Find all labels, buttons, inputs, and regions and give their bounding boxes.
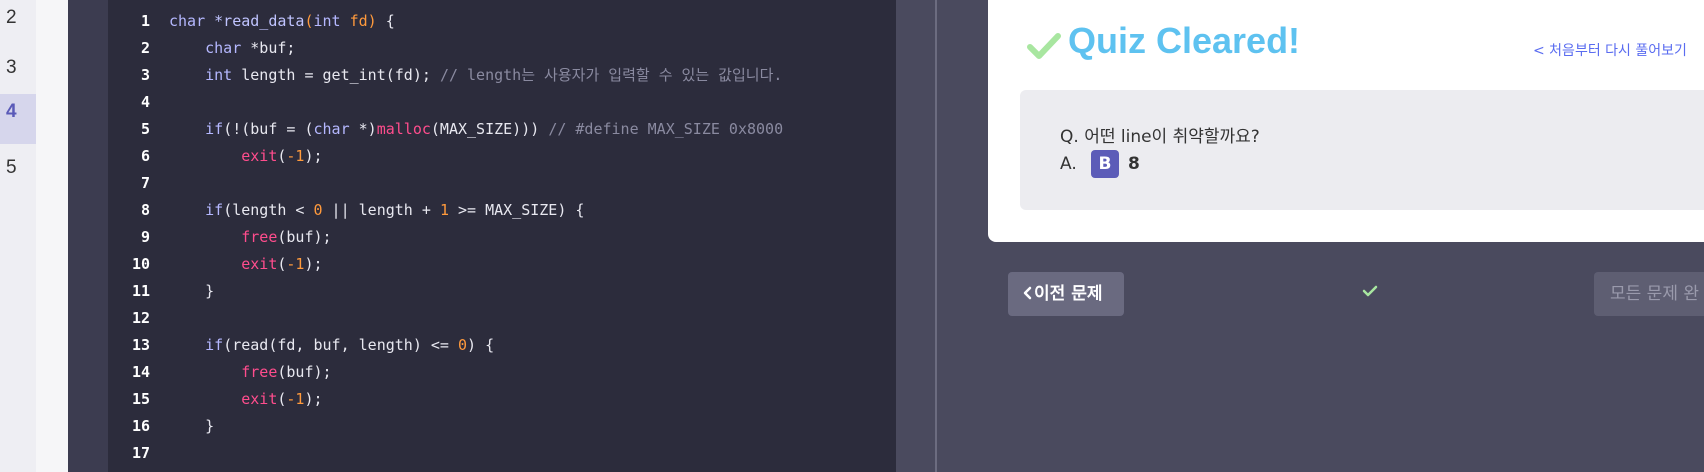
complete-button-label: 모든 문제 완	[1610, 284, 1700, 304]
chevron-left-icon	[1023, 286, 1032, 300]
code-text: char *buf;	[205, 39, 296, 57]
line-number: 12	[131, 309, 150, 327]
line-number: 13	[131, 336, 150, 354]
line-number: 1	[140, 12, 150, 30]
panel-divider[interactable]	[935, 0, 937, 472]
code-viewer: 1 char *read_data(int fd) {2 char *buf; 3 …	[108, 0, 896, 472]
step-item-3[interactable]: 3	[0, 50, 36, 100]
code-text: exit(-1);	[241, 147, 323, 165]
code-text: free(buf);	[241, 363, 332, 381]
code-text: }	[169, 282, 215, 300]
question-text: Q. 어떤 line이 취약할까요?	[1060, 127, 1260, 147]
line-number: 6	[140, 147, 150, 165]
quiz-title: Quiz Cleared!	[1068, 20, 1301, 61]
gutter	[36, 0, 68, 472]
complete-all-button[interactable]: 모든 문제 완	[1594, 272, 1704, 316]
line-number: 10	[131, 255, 150, 273]
step-label: 4	[6, 101, 17, 122]
code-panel: 1 char *read_data(int fd) {2 char *buf; 3 …	[68, 0, 896, 472]
code-text: if(read(fd, buf, length) <= 0) {	[205, 336, 495, 354]
answer-value: 8	[1128, 154, 1140, 174]
code-text: char *read_data(int fd) {	[169, 12, 395, 30]
prev-question-button[interactable]: 이전 문제	[1008, 272, 1124, 316]
code-text: if(length < 0 || length + 1 >= MAX_SIZE)…	[205, 201, 585, 219]
step-label: 3	[6, 57, 17, 78]
line-number: 7	[140, 174, 150, 192]
code-text: free(buf);	[241, 228, 332, 246]
step-label: 5	[6, 157, 17, 178]
line-number: 14	[131, 363, 150, 381]
answer-badge: B	[1091, 150, 1119, 178]
restart-link[interactable]: < 처음부터 다시 풀어보기	[1533, 40, 1687, 60]
line-number: 15	[131, 390, 150, 408]
step-item-4[interactable]: 4	[0, 94, 36, 144]
prev-button-label: 이전 문제	[1034, 284, 1103, 304]
check-icon	[1362, 285, 1378, 297]
step-item-5[interactable]: 5	[0, 150, 36, 200]
step-item-2[interactable]: 2	[0, 0, 36, 50]
code-text: int length = get_int(fd); // length는 사용자…	[205, 66, 783, 84]
line-number: 17	[131, 444, 150, 462]
step-label: 2	[6, 7, 17, 28]
line-number: 11	[131, 282, 150, 300]
line-number: 4	[140, 93, 150, 111]
check-icon	[1027, 33, 1061, 59]
line-number: 9	[140, 228, 150, 246]
line-number: 8	[140, 201, 150, 219]
line-number: 3	[140, 66, 150, 84]
line-number: 16	[131, 417, 150, 435]
answer-prefix: A.	[1060, 154, 1077, 174]
code-text: if(!(buf = (char *)malloc(MAX_SIZE))) //…	[205, 120, 784, 138]
line-number: 5	[140, 120, 150, 138]
question-box: Q. 어떤 line이 취약할까요? A. B 8	[1020, 90, 1704, 210]
line-number: 2	[140, 39, 150, 57]
result-card: Quiz Cleared! < 처음부터 다시 풀어보기 Q. 어떤 line이…	[988, 0, 1704, 242]
code-text: }	[169, 417, 215, 435]
code-text: exit(-1);	[241, 255, 323, 273]
code-text: exit(-1);	[241, 390, 323, 408]
